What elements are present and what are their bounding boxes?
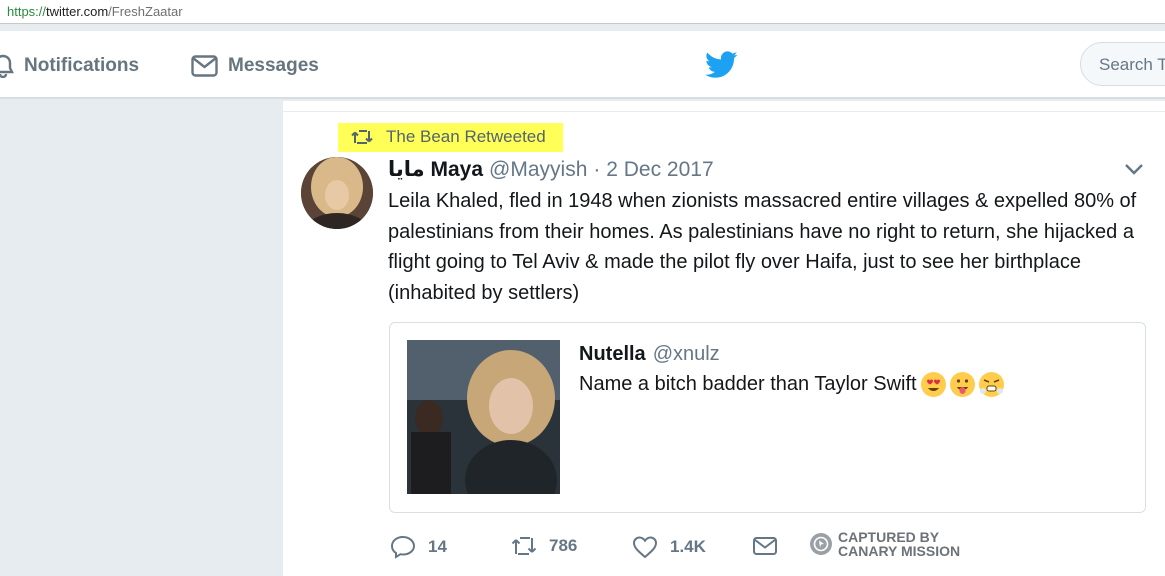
top-navigation: Notifications Messages Search T <box>0 31 1165 99</box>
triumph-emoji-icon <box>978 372 1004 397</box>
search-input[interactable]: Search T <box>1080 42 1165 86</box>
search-placeholder: Search T <box>1099 55 1165 74</box>
avatar-photo <box>301 157 373 229</box>
canary-badge-icon <box>810 533 832 555</box>
quoted-author-handle[interactable]: @xnulz <box>653 343 720 366</box>
tongue-out-emoji-icon <box>949 372 975 397</box>
reply-icon <box>390 535 416 559</box>
browser-address-bar[interactable]: https://twitter.com/FreshZaatar <box>0 0 1165 24</box>
tweet-header: مايا Maya @Mayyish · 2 Dec 2017 <box>388 157 714 183</box>
url-scheme: https:// <box>7 4 47 19</box>
chevron-down-icon[interactable] <box>1124 162 1144 176</box>
retweet-count: 786 <box>549 536 578 555</box>
url-host: twitter.com <box>46 4 109 19</box>
tweet-text: Leila Khaled, fled in 1948 when zionists… <box>388 190 1137 304</box>
canary-line-2: CANARY MISSION <box>838 543 961 559</box>
reply-count: 14 <box>428 537 447 556</box>
divider <box>283 111 1165 112</box>
canary-line-1: CAPTURED BY <box>838 529 940 545</box>
canary-mission-watermark: CAPTURED BY CANARY MISSION <box>810 530 960 558</box>
heart-eyes-emoji-icon <box>920 372 946 397</box>
bell-icon <box>0 54 14 78</box>
quoted-photo <box>407 340 560 494</box>
nav-messages[interactable]: Messages <box>191 53 319 79</box>
envelope-icon <box>191 55 218 77</box>
retweet-icon <box>351 130 373 144</box>
like-button[interactable]: 1.4K <box>632 535 706 559</box>
reply-button[interactable]: 14 <box>390 535 447 559</box>
avatar[interactable] <box>301 157 373 229</box>
quoted-author-name[interactable]: Nutella <box>579 343 646 366</box>
like-count: 1.4K <box>670 537 706 556</box>
retweet-button[interactable]: 786 <box>511 535 577 557</box>
quoted-tweet-text-row: Name a bitch badder than Taylor Swift <box>579 372 1004 397</box>
nav-notifications[interactable]: Notifications <box>0 53 139 79</box>
quoted-tweet-text: Name a bitch badder than Taylor Swift <box>579 373 917 395</box>
canary-text: CAPTURED BY CANARY MISSION <box>838 530 960 558</box>
nav-notifications-label: Notifications <box>24 55 140 76</box>
twitter-bird-icon[interactable] <box>705 51 738 79</box>
nav-messages-label: Messages <box>228 55 319 76</box>
retweet-icon <box>511 537 537 555</box>
author-name[interactable]: مايا Maya <box>388 157 483 182</box>
quoted-tweet-header: Nutella @xnulz <box>579 343 720 366</box>
heart-icon <box>632 536 658 559</box>
envelope-icon <box>753 537 777 555</box>
tweet-date[interactable]: · 2 Dec 2017 <box>593 158 713 182</box>
url-path: /FreshZaatar <box>108 4 183 19</box>
quoted-tweet-image[interactable] <box>407 340 560 494</box>
author-handle[interactable]: @Mayyish <box>489 158 587 182</box>
retweeted-by-label[interactable]: The Bean Retweeted <box>386 127 546 147</box>
url-text[interactable]: https://twitter.com/FreshZaatar <box>7 4 183 19</box>
direct-message-button[interactable] <box>752 535 778 557</box>
